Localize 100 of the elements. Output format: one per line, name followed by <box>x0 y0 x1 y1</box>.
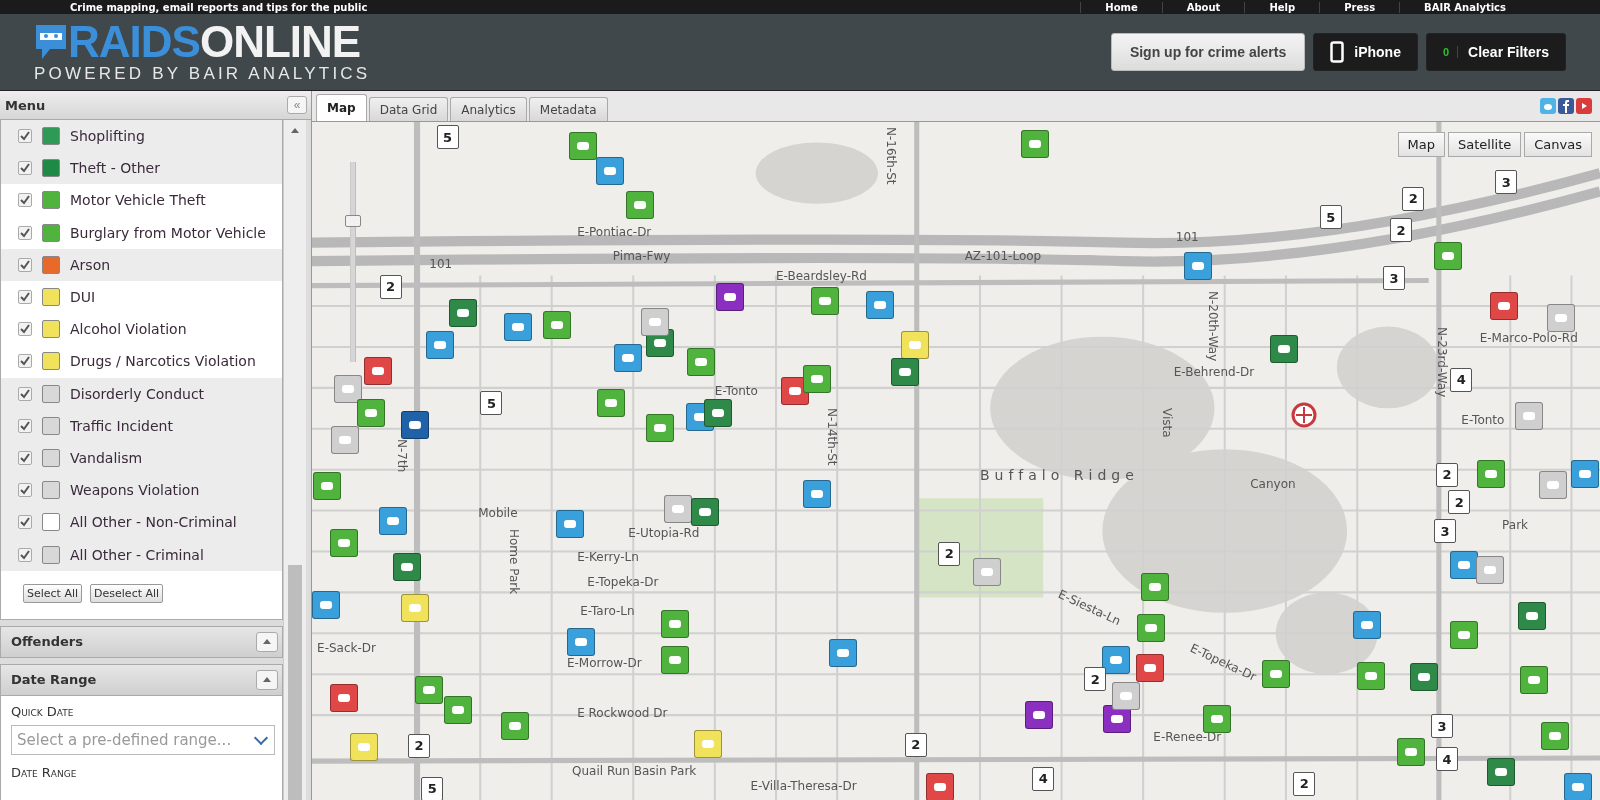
crime-marker[interactable] <box>313 472 342 501</box>
cluster-marker[interactable]: 2 <box>1084 667 1107 692</box>
crime-marker[interactable] <box>426 330 455 359</box>
cluster-marker[interactable]: 2 <box>379 274 402 299</box>
crime-marker[interactable] <box>1353 611 1382 640</box>
map-type-button[interactable]: Canvas <box>1524 132 1592 157</box>
category-row[interactable]: Arson <box>1 248 282 281</box>
category-row[interactable]: Theft - Other <box>1 152 282 185</box>
map-type-button[interactable]: Satellite <box>1448 132 1522 157</box>
crime-marker[interactable] <box>1450 621 1479 650</box>
crime-marker[interactable] <box>802 364 831 393</box>
crime-marker[interactable] <box>448 299 477 328</box>
crime-marker[interactable] <box>1490 292 1519 321</box>
crime-marker[interactable] <box>1021 129 1050 158</box>
crime-marker[interactable] <box>1356 662 1385 691</box>
nav-link[interactable]: About <box>1161 1 1245 13</box>
crime-marker[interactable] <box>378 506 407 535</box>
crime-marker[interactable] <box>645 413 674 442</box>
crime-marker[interactable] <box>1261 660 1290 689</box>
cluster-marker[interactable]: 3 <box>1434 519 1456 544</box>
cluster-marker[interactable]: 2 <box>1402 186 1425 211</box>
crime-marker[interactable] <box>1476 459 1505 488</box>
nav-link[interactable]: BAIR Analytics <box>1399 1 1530 13</box>
crime-marker[interactable] <box>703 399 732 428</box>
zoom-handle[interactable] <box>345 214 361 227</box>
crime-marker[interactable] <box>1487 758 1516 787</box>
cluster-marker[interactable]: 3 <box>1383 266 1405 291</box>
panel-header[interactable]: Offenders <box>0 625 283 658</box>
tab[interactable]: Data Grid <box>368 97 449 121</box>
cluster-marker[interactable]: 4 <box>1436 747 1458 772</box>
crime-marker[interactable] <box>802 480 831 509</box>
crime-marker[interactable] <box>1025 701 1054 730</box>
crime-marker[interactable] <box>866 291 894 320</box>
crime-marker[interactable] <box>693 729 722 758</box>
crime-marker[interactable] <box>415 675 444 704</box>
crime-marker[interactable] <box>690 497 719 526</box>
crime-marker[interactable] <box>596 389 625 418</box>
crime-alerts-button[interactable]: Sign up for crime alerts <box>1110 33 1306 71</box>
crime-marker[interactable] <box>973 558 1002 586</box>
crime-marker[interactable] <box>1541 721 1570 750</box>
cluster-marker[interactable]: 2 <box>1436 462 1458 487</box>
crime-marker[interactable] <box>716 282 745 311</box>
expand-button[interactable] <box>256 631 278 652</box>
cluster-marker[interactable]: 5 <box>421 776 444 800</box>
crime-marker[interactable] <box>640 308 669 337</box>
crime-marker[interactable] <box>401 593 429 622</box>
collapse-button[interactable] <box>256 669 278 690</box>
crime-marker[interactable] <box>926 772 955 800</box>
crime-marker[interactable] <box>686 348 715 377</box>
crime-marker[interactable] <box>443 696 472 725</box>
crime-marker[interactable] <box>661 645 690 674</box>
cluster-marker[interactable]: 2 <box>1448 490 1471 515</box>
checkbox[interactable] <box>18 322 32 337</box>
crime-marker[interactable] <box>364 356 393 385</box>
crime-marker[interactable] <box>1202 705 1231 734</box>
crime-marker[interactable] <box>542 310 571 339</box>
category-row[interactable]: Shoplifting <box>1 120 282 153</box>
checkbox[interactable] <box>18 290 32 305</box>
crime-marker[interactable] <box>626 190 655 219</box>
cluster-marker[interactable]: 5 <box>480 391 503 416</box>
clear-filters-button[interactable]: 0 Clear Filters <box>1425 33 1566 71</box>
deselect-all-button[interactable]: Deselect All <box>90 583 164 603</box>
crime-marker[interactable] <box>1111 681 1140 710</box>
cluster-marker[interactable]: 2 <box>1293 771 1316 796</box>
crime-marker[interactable] <box>392 552 421 581</box>
checkbox[interactable] <box>18 225 32 240</box>
crime-marker[interactable] <box>1563 772 1592 800</box>
crime-marker[interactable] <box>329 683 358 712</box>
cluster-marker[interactable]: 2 <box>408 733 431 758</box>
iphone-button[interactable]: iPhone <box>1313 33 1418 71</box>
cluster-marker[interactable]: 4 <box>1032 766 1055 791</box>
tab[interactable]: Metadata <box>528 97 608 121</box>
cluster-marker[interactable]: 5 <box>1319 205 1342 230</box>
crime-marker[interactable] <box>330 426 359 455</box>
category-row[interactable]: Weapons Violation <box>1 474 282 507</box>
cluster-marker[interactable]: 2 <box>1390 218 1413 243</box>
map-type-button[interactable]: Map <box>1397 132 1446 157</box>
panel-header[interactable]: Date Range <box>0 663 283 696</box>
tab[interactable]: Analytics <box>450 97 527 121</box>
crime-marker[interactable] <box>1137 614 1166 643</box>
crime-marker[interactable] <box>567 627 596 656</box>
nav-link[interactable]: Press <box>1319 1 1400 13</box>
crime-marker[interactable] <box>1539 471 1568 500</box>
checkbox[interactable] <box>18 515 32 530</box>
crime-marker[interactable] <box>1434 242 1463 270</box>
quick-date-dropdown[interactable]: Select a pre-defined range... <box>11 724 275 755</box>
crime-marker[interactable] <box>569 131 598 160</box>
crime-marker[interactable] <box>1547 304 1576 333</box>
crime-marker[interactable] <box>556 509 584 538</box>
crime-marker[interactable] <box>1475 555 1504 584</box>
tab[interactable]: Map <box>316 94 367 121</box>
crime-marker[interactable] <box>900 330 929 359</box>
nav-link[interactable]: Home <box>1080 1 1162 13</box>
category-row[interactable]: Vandalism <box>1 441 282 475</box>
crime-marker[interactable] <box>829 638 858 667</box>
social-media-icon[interactable] <box>1558 98 1574 114</box>
category-row[interactable]: Traffic Incident <box>1 409 282 442</box>
cluster-marker[interactable]: 3 <box>1495 170 1518 195</box>
crime-marker[interactable] <box>1570 459 1599 488</box>
category-row[interactable]: All Other - Non-Criminal <box>1 506 282 539</box>
